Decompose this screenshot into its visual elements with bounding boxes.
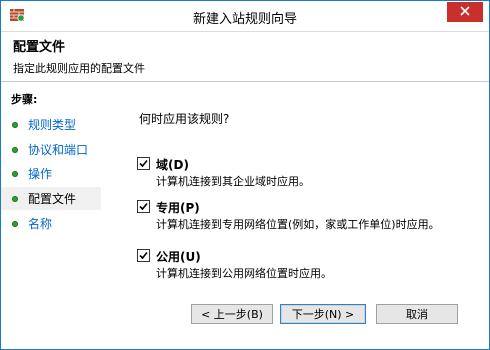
public-checkbox[interactable] xyxy=(137,249,150,262)
close-icon xyxy=(460,5,470,19)
public-label[interactable]: 公用(U) xyxy=(156,248,201,265)
domain-checkbox[interactable] xyxy=(137,157,150,170)
cancel-button[interactable]: 取消 xyxy=(376,304,458,324)
sidebar-item-name[interactable]: 名称 xyxy=(1,212,101,235)
step-bullet-icon xyxy=(12,170,18,177)
step-bullet-icon xyxy=(12,195,18,202)
step-bullet-icon xyxy=(12,146,18,153)
next-button[interactable]: 下一步(N) > xyxy=(280,304,366,324)
step-bullet-icon xyxy=(12,121,18,128)
checkmark-icon xyxy=(139,159,148,168)
domain-description: 计算机连接到其企业域时应用。 xyxy=(156,175,310,188)
domain-label[interactable]: 域(D) xyxy=(156,156,189,173)
public-description: 计算机连接到公用网络位置时应用。 xyxy=(156,267,332,280)
main-panel: 何时应用该规则? 域(D) 计算机连接到其企业域时应用。 专用(P) 计算机连接… xyxy=(103,88,489,349)
page-title: 配置文件 xyxy=(13,40,66,55)
steps-label: 步骤: xyxy=(11,93,38,106)
sidebar-item-profile[interactable]: 配置文件 xyxy=(1,187,101,210)
sidebar-item-label: 操作 xyxy=(28,167,53,181)
private-checkbox[interactable] xyxy=(137,200,150,213)
title-bar[interactable]: 新建入站规则向导 xyxy=(1,1,489,31)
step-bullet-icon xyxy=(12,220,18,227)
back-button[interactable]: < 上一步(B) xyxy=(191,304,273,324)
wizard-header: 配置文件 指定此规则应用的配置文件 xyxy=(1,31,489,82)
sidebar-item-rule-type[interactable]: 规则类型 xyxy=(1,113,101,136)
wizard-window: 新建入站规则向导 配置文件 指定此规则应用的配置文件 步骤: 规则类型 协议和端… xyxy=(0,0,490,350)
close-button[interactable] xyxy=(447,2,483,22)
checkmark-icon xyxy=(139,202,148,211)
question-text: 何时应用该规则? xyxy=(139,112,230,126)
sidebar-item-protocol-ports[interactable]: 协议和端口 xyxy=(1,138,101,161)
private-description: 计算机连接到专用网络位置(例如，家或工作单位)时应用。 xyxy=(156,218,440,231)
sidebar-item-label: 配置文件 xyxy=(28,192,77,206)
steps-sidebar: 步骤: 规则类型 协议和端口 操作 配置文件 名称 xyxy=(1,88,101,349)
sidebar-item-label: 名称 xyxy=(28,217,53,231)
sidebar-item-action[interactable]: 操作 xyxy=(1,162,101,185)
sidebar-item-label: 规则类型 xyxy=(28,118,77,132)
window-title: 新建入站规则向导 xyxy=(192,12,297,27)
checkmark-icon xyxy=(139,251,148,260)
private-label[interactable]: 专用(P) xyxy=(156,199,200,216)
page-subtitle: 指定此规则应用的配置文件 xyxy=(13,62,145,75)
sidebar-item-label: 协议和端口 xyxy=(28,143,89,157)
